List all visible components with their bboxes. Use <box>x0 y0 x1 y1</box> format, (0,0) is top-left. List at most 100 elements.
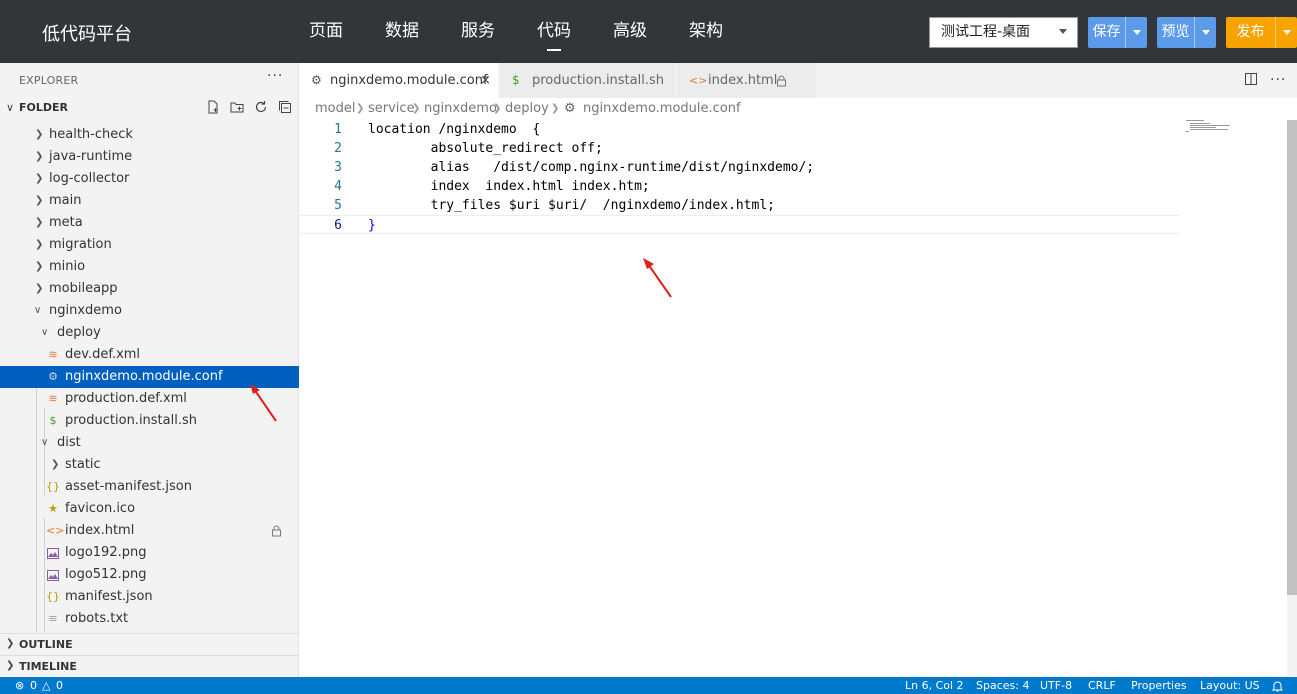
minimap[interactable] <box>1186 120 1246 140</box>
code-line-current: 6 } <box>299 215 1179 234</box>
chevron-right-icon: ❯ <box>35 173 44 184</box>
tree-item-label: nginxdemo.module.conf <box>65 369 223 384</box>
tree-item-label: deploy <box>57 325 101 340</box>
project-select[interactable]: 测试工程-桌面 <box>929 17 1078 48</box>
tree-item-deploy[interactable]: ∨ deploy <box>0 322 299 344</box>
lock-icon <box>271 520 282 542</box>
tree-item-label: minio <box>49 259 86 274</box>
more-actions-icon[interactable]: ··· <box>1270 72 1286 90</box>
breadcrumb-item[interactable]: nginxdemo.module.conf <box>583 98 741 120</box>
language-mode[interactable]: Properties <box>1131 677 1187 694</box>
scrollbar-thumb[interactable] <box>1287 120 1297 595</box>
dollar-icon: $ <box>512 73 520 87</box>
keyboard-layout[interactable]: Layout: US <box>1200 677 1260 694</box>
refresh-icon[interactable] <box>253 100 269 116</box>
tab-nginxdemo-module-conf[interactable]: ⚙ nginxdemo.module.conf × <box>299 63 499 98</box>
tree-item-label: log-collector <box>49 171 130 186</box>
tree-item-label: logo192.png <box>65 545 147 560</box>
tree-item-static[interactable]: ❯ static <box>0 454 299 476</box>
tree-item-label: mobileapp <box>49 281 118 296</box>
tree-item-migration[interactable]: ❯ migration <box>0 234 299 256</box>
chevron-down-icon <box>1059 29 1067 34</box>
code-line: 2 absolute_redirect off; <box>299 139 1179 158</box>
tab-production-install-sh[interactable]: $ production.install.sh <box>500 63 676 98</box>
nav-advanced[interactable]: 高级 <box>592 0 668 63</box>
tree-item-robots-txt[interactable]: ≡ robots.txt <box>0 608 299 630</box>
warning-icon[interactable]: △ <box>42 677 50 694</box>
breadcrumb-item[interactable]: service <box>368 98 415 120</box>
chevron-right-icon: ❯ <box>35 129 44 140</box>
chevron-down-icon: ∨ <box>41 327 49 338</box>
nav-page[interactable]: 页面 <box>288 0 364 63</box>
nav-service[interactable]: 服务 <box>440 0 516 63</box>
tree-item-label: favicon.ico <box>65 501 136 516</box>
save-button[interactable]: 保存 <box>1088 17 1147 48</box>
tree-item-mobileapp[interactable]: ❯ mobileapp <box>0 278 299 300</box>
tree-item-minio[interactable]: ❯ minio <box>0 256 299 278</box>
tree-item-java-runtime[interactable]: ❯ java-runtime <box>0 146 299 168</box>
preview-button[interactable]: 预览 <box>1157 17 1216 48</box>
gear-icon: ⚙ <box>48 370 58 383</box>
line-text: alias /dist/comp.nginx-runtime/dist/ngin… <box>368 160 815 175</box>
line-ending[interactable]: CRLF <box>1088 677 1116 694</box>
collapse-all-icon[interactable] <box>277 100 293 116</box>
encoding[interactable]: UTF-8 <box>1040 677 1072 694</box>
new-folder-icon[interactable] <box>229 100 245 116</box>
line-text: try_files $uri $uri/ /nginxdemo/index.ht… <box>368 198 775 213</box>
warning-count[interactable]: 0 <box>56 677 63 694</box>
ellipsis-icon[interactable]: ··· <box>267 68 283 84</box>
tree-item-nginxdemo[interactable]: ∨ nginxdemo <box>0 300 299 322</box>
nav-data[interactable]: 数据 <box>364 0 440 63</box>
folder-section-header[interactable]: ∨ FOLDER <box>0 97 299 119</box>
split-editor-icon[interactable] <box>1244 72 1258 90</box>
tree-item-logo512-png[interactable]: logo512.png <box>0 564 299 586</box>
publish-dropdown-icon[interactable] <box>1275 17 1297 48</box>
chevron-right-icon: ❯ <box>35 239 44 250</box>
breadcrumb-item[interactable]: nginxdemo <box>424 98 497 120</box>
error-count[interactable]: 0 <box>30 677 37 694</box>
star-icon: ★ <box>48 502 58 515</box>
indentation[interactable]: Spaces: 4 <box>976 677 1029 694</box>
tree-item-main[interactable]: ❯ main <box>0 190 299 212</box>
line-text: index index.html index.htm; <box>368 179 650 194</box>
tree-item-label: logo512.png <box>65 567 147 582</box>
bell-icon[interactable] <box>1271 677 1284 694</box>
tree-item-meta[interactable]: ❯ meta <box>0 212 299 234</box>
text-lines-icon: ≡ <box>48 612 58 625</box>
tree-item-index-html[interactable]: <> index.html <box>0 520 299 542</box>
close-icon[interactable]: × <box>480 63 491 98</box>
tab-label: index.html <box>708 73 778 88</box>
breadcrumb-item[interactable]: deploy <box>505 98 549 120</box>
outline-title: OUTLINE <box>19 638 73 651</box>
tree-item-dist[interactable]: ∨ dist <box>0 432 299 454</box>
chevron-right-icon: ❯ <box>35 151 44 162</box>
tree-item-health-check[interactable]: ❯ health-check <box>0 124 299 146</box>
editor-vertical-scrollbar[interactable] <box>1287 120 1297 677</box>
nav-architecture[interactable]: 架构 <box>668 0 744 63</box>
breadcrumb-item[interactable]: model <box>315 98 355 120</box>
tree-item-label: nginxdemo <box>49 303 122 318</box>
explorer-sidebar: EXPLORER ··· ∨ FOLDER ❯ health-check ❯ j… <box>0 63 299 677</box>
tree-item-manifest-json[interactable]: {} manifest.json <box>0 586 299 608</box>
chevron-right-icon: ❯ <box>35 261 44 272</box>
error-icon[interactable]: ⊗ <box>15 677 24 694</box>
cursor-position[interactable]: Ln 6, Col 2 <box>905 677 964 694</box>
line-number: 4 <box>334 179 342 194</box>
explorer-title: EXPLORER <box>19 74 79 87</box>
outline-section[interactable]: ❯ OUTLINE <box>0 633 299 655</box>
timeline-section[interactable]: ❯ TIMELINE <box>0 655 299 677</box>
nav-code[interactable]: 代码 <box>516 0 592 63</box>
preview-dropdown-icon[interactable] <box>1194 17 1216 48</box>
chevron-right-icon: ❯ <box>6 660 15 671</box>
new-file-icon[interactable] <box>205 100 221 116</box>
tree-item-asset-manifest-json[interactable]: {} asset-manifest.json <box>0 476 299 498</box>
tree-item-label: java-runtime <box>49 149 133 164</box>
tree-item-log-collector[interactable]: ❯ log-collector <box>0 168 299 190</box>
tab-index-html[interactable]: <> index.html <box>677 63 817 98</box>
save-dropdown-icon[interactable] <box>1125 17 1147 48</box>
tree-item-logo192-png[interactable]: logo192.png <box>0 542 299 564</box>
tree-item-dev-def-xml[interactable]: ≋ dev.def.xml <box>0 344 299 366</box>
code-editor[interactable]: 1 location /nginxdemo { 2 absolute_redir… <box>299 120 1287 677</box>
tree-item-favicon-ico[interactable]: ★ favicon.ico <box>0 498 299 520</box>
publish-button[interactable]: 发布 <box>1226 17 1297 48</box>
